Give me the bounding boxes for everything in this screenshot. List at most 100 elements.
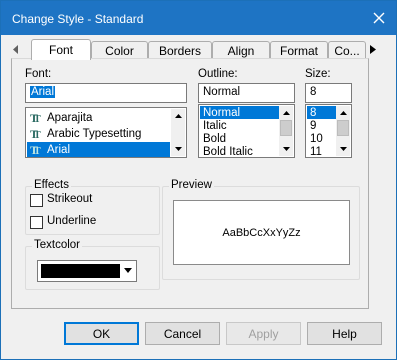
tab-borders-label: Borders xyxy=(158,43,202,58)
cancel-button[interactable]: Cancel xyxy=(145,322,220,345)
tab-scroll-left[interactable] xyxy=(11,42,21,56)
textcolor-group: Textcolor xyxy=(25,239,160,290)
outline-list[interactable]: Normal Italic Bold Bold Italic xyxy=(198,104,295,158)
preview-group: Preview AaBbCcXxYyZz xyxy=(162,179,360,280)
size-list-item-label: 8 xyxy=(310,106,317,119)
tab-font[interactable]: Font xyxy=(31,39,91,60)
strikeout-checkbox[interactable] xyxy=(30,194,43,207)
help-button-label: Help xyxy=(332,326,357,341)
size-list[interactable]: 8 9 10 11 xyxy=(305,104,352,158)
outline-list-item-label: Bold xyxy=(203,132,227,145)
window-title: Change Style - Standard xyxy=(12,12,144,26)
truetype-icon: TT xyxy=(30,110,41,125)
tab-align[interactable]: Align xyxy=(212,41,270,59)
textcolor-select[interactable] xyxy=(37,260,137,282)
scroll-thumb[interactable] xyxy=(337,120,349,136)
scroll-down-button[interactable] xyxy=(336,142,350,156)
close-icon xyxy=(373,12,385,24)
chevron-left-icon xyxy=(13,44,18,54)
font-list-item-label: Arial xyxy=(47,144,71,156)
scroll-up-icon xyxy=(339,111,347,115)
dropdown-arrow-icon xyxy=(124,268,132,273)
list-item[interactable]: TT Aparajita xyxy=(27,110,170,126)
list-item[interactable]: 11 xyxy=(307,145,336,158)
size-label: Size: xyxy=(305,68,331,80)
size-list-item-label: 10 xyxy=(310,132,323,145)
list-item[interactable]: TT Arabic Typesetting xyxy=(27,126,170,142)
outline-label: Outline: xyxy=(198,68,238,80)
font-label-text: Font: xyxy=(25,68,52,80)
size-input[interactable]: 8 xyxy=(305,83,352,103)
scroll-up-button[interactable] xyxy=(336,106,350,120)
tab-align-label: Align xyxy=(227,43,255,58)
ok-button[interactable]: OK xyxy=(64,322,139,345)
chevron-right-icon xyxy=(370,44,376,54)
ok-button-label: OK xyxy=(92,326,111,341)
size-label-text: Size: xyxy=(305,68,331,80)
apply-button-label: Apply xyxy=(248,326,279,341)
outline-list-item-label: Normal xyxy=(203,106,241,119)
size-list-item-label: 9 xyxy=(310,119,317,132)
outline-list-item-label: Bold Italic xyxy=(203,145,253,158)
tab-format[interactable]: Format xyxy=(270,41,328,59)
scroll-down-icon xyxy=(282,147,290,151)
title-bar[interactable]: Change Style - Standard xyxy=(1,1,396,35)
preview-group-title: Preview xyxy=(169,179,214,191)
font-input[interactable]: Arial xyxy=(25,83,187,103)
scroll-up-button[interactable] xyxy=(171,109,185,123)
font-list-item-label: Aparajita xyxy=(47,112,93,124)
font-tab-page: Font: Arial TT Aparajita TT Arabic Types… xyxy=(11,58,369,309)
truetype-icon: TT xyxy=(30,126,41,141)
list-item[interactable]: 8 xyxy=(307,106,336,119)
tab-scroll-right[interactable] xyxy=(368,42,378,56)
underline-checkbox[interactable] xyxy=(30,216,43,229)
list-item[interactable]: Bold xyxy=(200,132,279,145)
cancel-button-label: Cancel xyxy=(163,326,202,341)
effects-group: Effects Strikeout Underline xyxy=(25,179,160,235)
list-item[interactable]: Italic xyxy=(200,119,279,132)
apply-button[interactable]: Apply xyxy=(226,322,301,345)
scroll-thumb[interactable] xyxy=(280,120,292,136)
list-item[interactable]: TT Arial xyxy=(27,142,170,157)
tab-borders[interactable]: Borders xyxy=(148,41,212,59)
tab-color[interactable]: Color xyxy=(91,41,148,59)
scroll-up-icon xyxy=(174,114,182,118)
list-item[interactable]: Bold Italic xyxy=(200,145,279,158)
list-item[interactable]: Normal xyxy=(200,106,279,119)
outline-input[interactable]: Normal xyxy=(198,83,295,103)
textcolor-swatch xyxy=(41,264,120,278)
effects-group-title: Effects xyxy=(32,179,71,191)
tab-more[interactable]: Co... xyxy=(328,41,366,59)
scroll-up-icon xyxy=(282,111,290,115)
scroll-up-button[interactable] xyxy=(279,106,293,120)
strikeout-label: Strikeout xyxy=(47,193,93,205)
textcolor-group-title: Textcolor xyxy=(32,239,83,251)
font-list-item-label: Arabic Typesetting xyxy=(47,128,142,140)
scroll-down-button[interactable] xyxy=(279,142,293,156)
size-input-value: 8 xyxy=(310,86,317,98)
preview-sample-text: AaBbCcXxYyZz xyxy=(222,226,301,239)
size-list-item-label: 11 xyxy=(310,145,322,158)
font-list[interactable]: TT Aparajita TT Arabic Typesetting TT Ar… xyxy=(25,107,187,158)
list-item[interactable]: 9 xyxy=(307,119,336,132)
list-item[interactable]: 10 xyxy=(307,132,336,145)
tab-strip: Font Color Borders Align Format Co... xyxy=(11,39,379,60)
truetype-icon: TT xyxy=(30,142,41,157)
tab-format-label: Format xyxy=(279,43,318,58)
change-style-dialog: Change Style - Standard Font Color Borde… xyxy=(0,0,397,360)
tab-font-label: Font xyxy=(48,43,73,57)
underline-label: Underline xyxy=(47,215,97,227)
outline-label-text: Outline: xyxy=(198,68,238,80)
outline-list-scrollbar[interactable] xyxy=(279,106,293,156)
outline-list-item-label: Italic xyxy=(203,119,227,132)
size-list-scrollbar[interactable] xyxy=(336,106,350,156)
preview-box: AaBbCcXxYyZz xyxy=(173,200,350,265)
tab-color-label: Color xyxy=(105,43,134,58)
font-label: Font: xyxy=(25,68,51,80)
close-button[interactable] xyxy=(362,1,396,35)
tab-more-label: Co... xyxy=(334,43,360,58)
outline-input-value: Normal xyxy=(203,86,241,98)
scroll-down-button[interactable] xyxy=(171,142,185,156)
help-button[interactable]: Help xyxy=(307,322,382,345)
font-list-scrollbar[interactable] xyxy=(171,109,185,156)
